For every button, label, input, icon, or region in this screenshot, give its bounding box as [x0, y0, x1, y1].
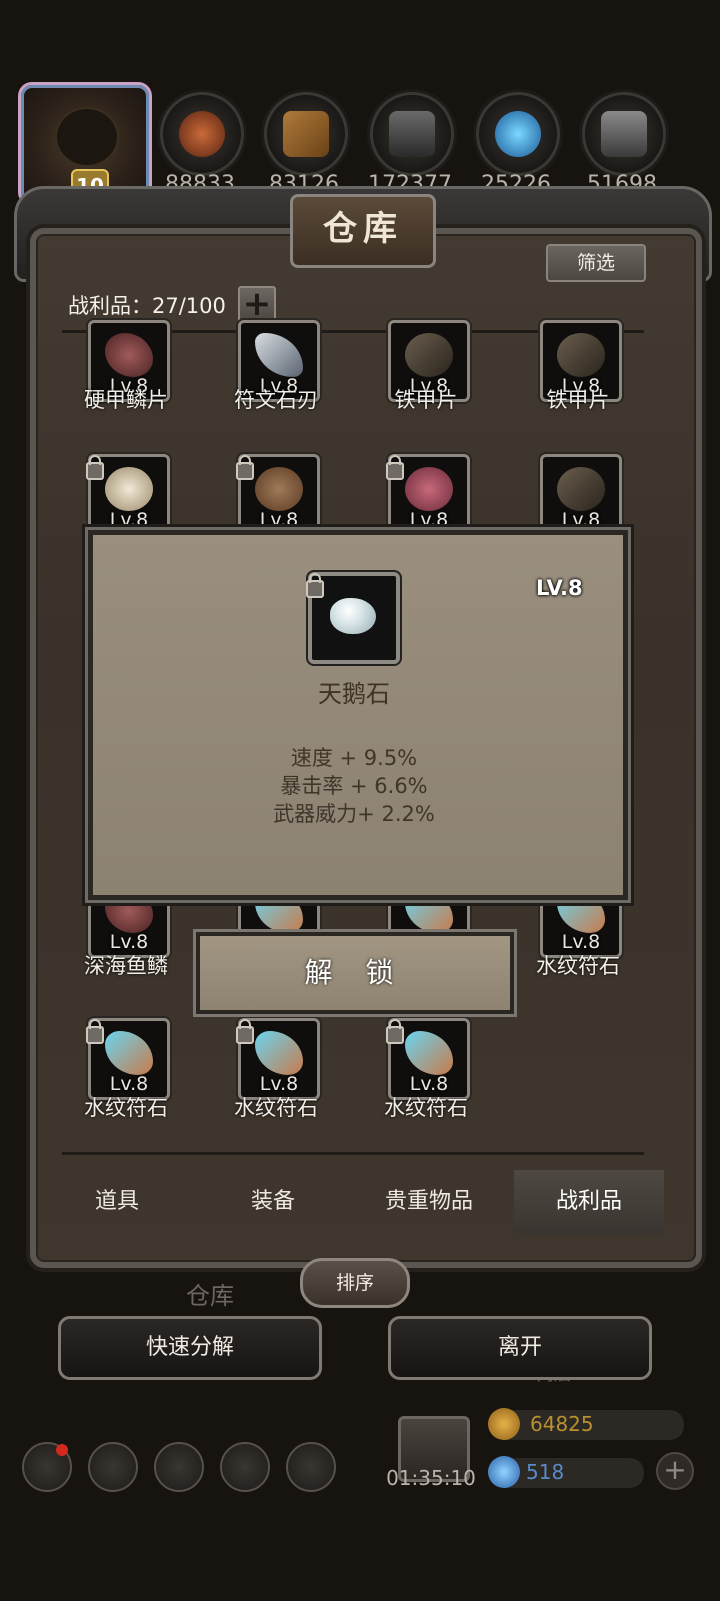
sort-button[interactable]: 排序: [300, 1258, 410, 1308]
lock-icon: [86, 1019, 104, 1044]
crystal-resource-icon[interactable]: [476, 92, 560, 176]
popup-item-level: LV.8: [536, 576, 583, 600]
item-name: 水纹符石: [384, 1096, 468, 1120]
stone-resource-icon[interactable]: [370, 92, 454, 176]
background-warehouse-label: 仓库: [186, 1282, 234, 1310]
quick-decompose-button[interactable]: 快速分解: [58, 1316, 322, 1380]
mail-icon[interactable]: [220, 1442, 270, 1492]
item-level: Lv.8: [409, 509, 449, 531]
popup-stat: 速度 + 9.5%: [290, 746, 418, 770]
popup-item-name: 天鹅石: [318, 680, 390, 708]
lock-icon: [306, 573, 324, 598]
item-name: 硬甲鳞片: [84, 388, 168, 412]
lock-icon: [86, 455, 104, 480]
popup-stat: 武器威力+ 2.2%: [273, 802, 435, 826]
gold-coin-icon: [488, 1408, 520, 1440]
map-icon[interactable]: [154, 1442, 204, 1492]
item-name: 铁甲片: [546, 388, 610, 412]
tab-valuables[interactable]: 贵重物品: [354, 1170, 504, 1234]
tab-items[interactable]: 道具: [42, 1170, 192, 1234]
notification-dot: [56, 1444, 68, 1456]
unlock-button[interactable]: 解 锁: [196, 932, 514, 1014]
guild-icon[interactable]: [286, 1442, 336, 1492]
popup-stat: 暴击率 + 6.6%: [280, 774, 428, 798]
tab-loot[interactable]: 战利品: [514, 1170, 664, 1234]
panel-title: 仓库: [290, 194, 436, 268]
filter-button[interactable]: 筛选: [546, 244, 646, 282]
lock-icon: [386, 455, 404, 480]
item-slot[interactable]: Lv.8: [540, 454, 622, 536]
item-level: Lv.8: [259, 509, 299, 531]
gift-timer: 01:35:10: [386, 1466, 476, 1490]
divider: [62, 1152, 644, 1155]
lock-icon: [386, 1019, 404, 1044]
gem-amount: 518: [526, 1460, 565, 1484]
item-name: 水纹符石: [234, 1096, 318, 1120]
leave-button[interactable]: 离开: [388, 1316, 652, 1380]
item-level: Lv.8: [109, 509, 149, 531]
wood-resource-icon[interactable]: [264, 92, 348, 176]
gem-icon: [488, 1456, 520, 1488]
add-gems-button[interactable]: +: [656, 1452, 694, 1490]
avatar-portrait: [55, 107, 119, 167]
gold-amount: 64825: [530, 1412, 594, 1436]
item-name: 铁甲片: [394, 388, 458, 412]
item-level: Lv.8: [561, 509, 601, 531]
item-name: 水纹符石: [84, 1096, 168, 1120]
star-icon[interactable]: [88, 1442, 138, 1492]
tab-equipment[interactable]: 装备: [198, 1170, 348, 1234]
lock-icon: [236, 455, 254, 480]
swan-stone-icon: [330, 598, 376, 634]
loot-capacity-label: 战利品：27/100: [68, 294, 226, 318]
item-name: 符文石刃: [234, 388, 318, 412]
item-name: 水纹符石: [536, 954, 620, 978]
item-name: 深海鱼鳞: [84, 954, 168, 978]
lock-icon: [236, 1019, 254, 1044]
meat-resource-icon[interactable]: [160, 92, 244, 176]
iron-resource-icon[interactable]: [582, 92, 666, 176]
expand-capacity-button[interactable]: +: [238, 286, 276, 324]
